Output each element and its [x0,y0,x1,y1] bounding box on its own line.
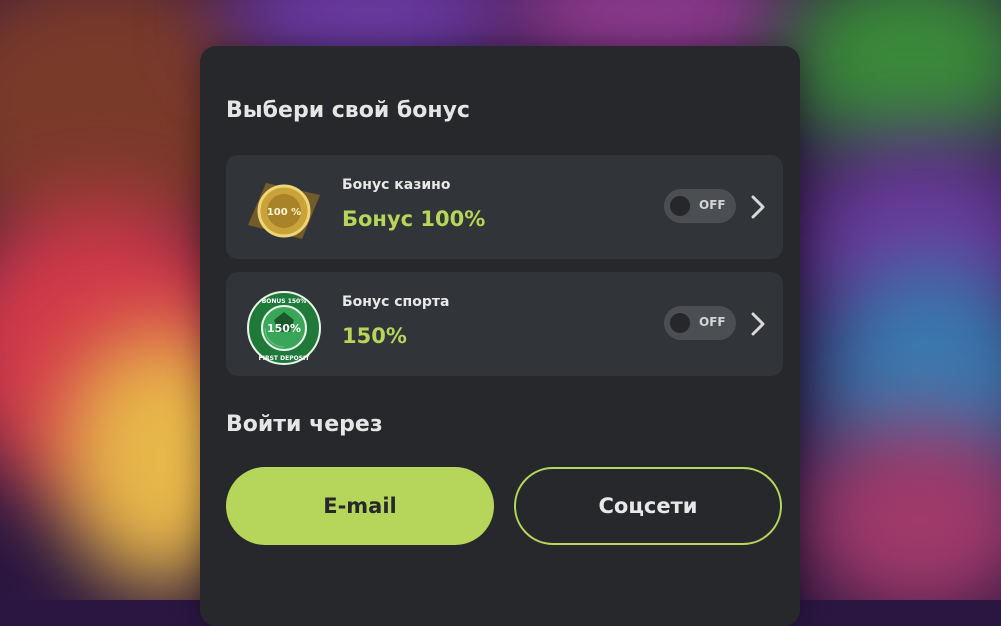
chevron-right-icon[interactable] [748,310,768,338]
toggle-knob [670,313,690,333]
login-section-title: Войти через [226,412,383,437]
bonus-section-title: Выбери свой бонус [226,98,470,123]
toggle-state-label: OFF [699,198,726,212]
email-login-button[interactable]: E-mail [226,467,494,545]
gold-coin-badge-icon: 100 % [248,183,320,239]
sport-bonus-toggle[interactable]: OFF [664,306,736,340]
svg-text:150%: 150% [267,322,301,335]
chevron-right-icon[interactable] [748,193,768,221]
casino-bonus-value: Бонус 100% [342,207,486,231]
casino-bonus-card[interactable]: 100 % Бонус казино Бонус 100% OFF [226,155,783,259]
football-badge-icon: BONUS 150% 150% FIRST DEPOSIT [247,291,321,365]
casino-bonus-toggle[interactable]: OFF [664,189,736,223]
toggle-state-label: OFF [699,315,726,329]
bonus-modal: Выбери свой бонус 100 % Бонус казино Бон… [200,46,800,626]
sport-bonus-value: 150% [342,324,407,348]
social-login-button[interactable]: Соцсети [514,467,782,545]
svg-text:FIRST DEPOSIT: FIRST DEPOSIT [259,355,311,362]
svg-text:100 %: 100 % [267,207,301,218]
svg-text:BONUS 150%: BONUS 150% [262,298,307,305]
sport-bonus-card[interactable]: BONUS 150% 150% FIRST DEPOSIT Бонус спор… [226,272,783,376]
casino-bonus-subtitle: Бонус казино [342,177,451,193]
toggle-knob [670,196,690,216]
sport-bonus-subtitle: Бонус спорта [342,294,450,310]
